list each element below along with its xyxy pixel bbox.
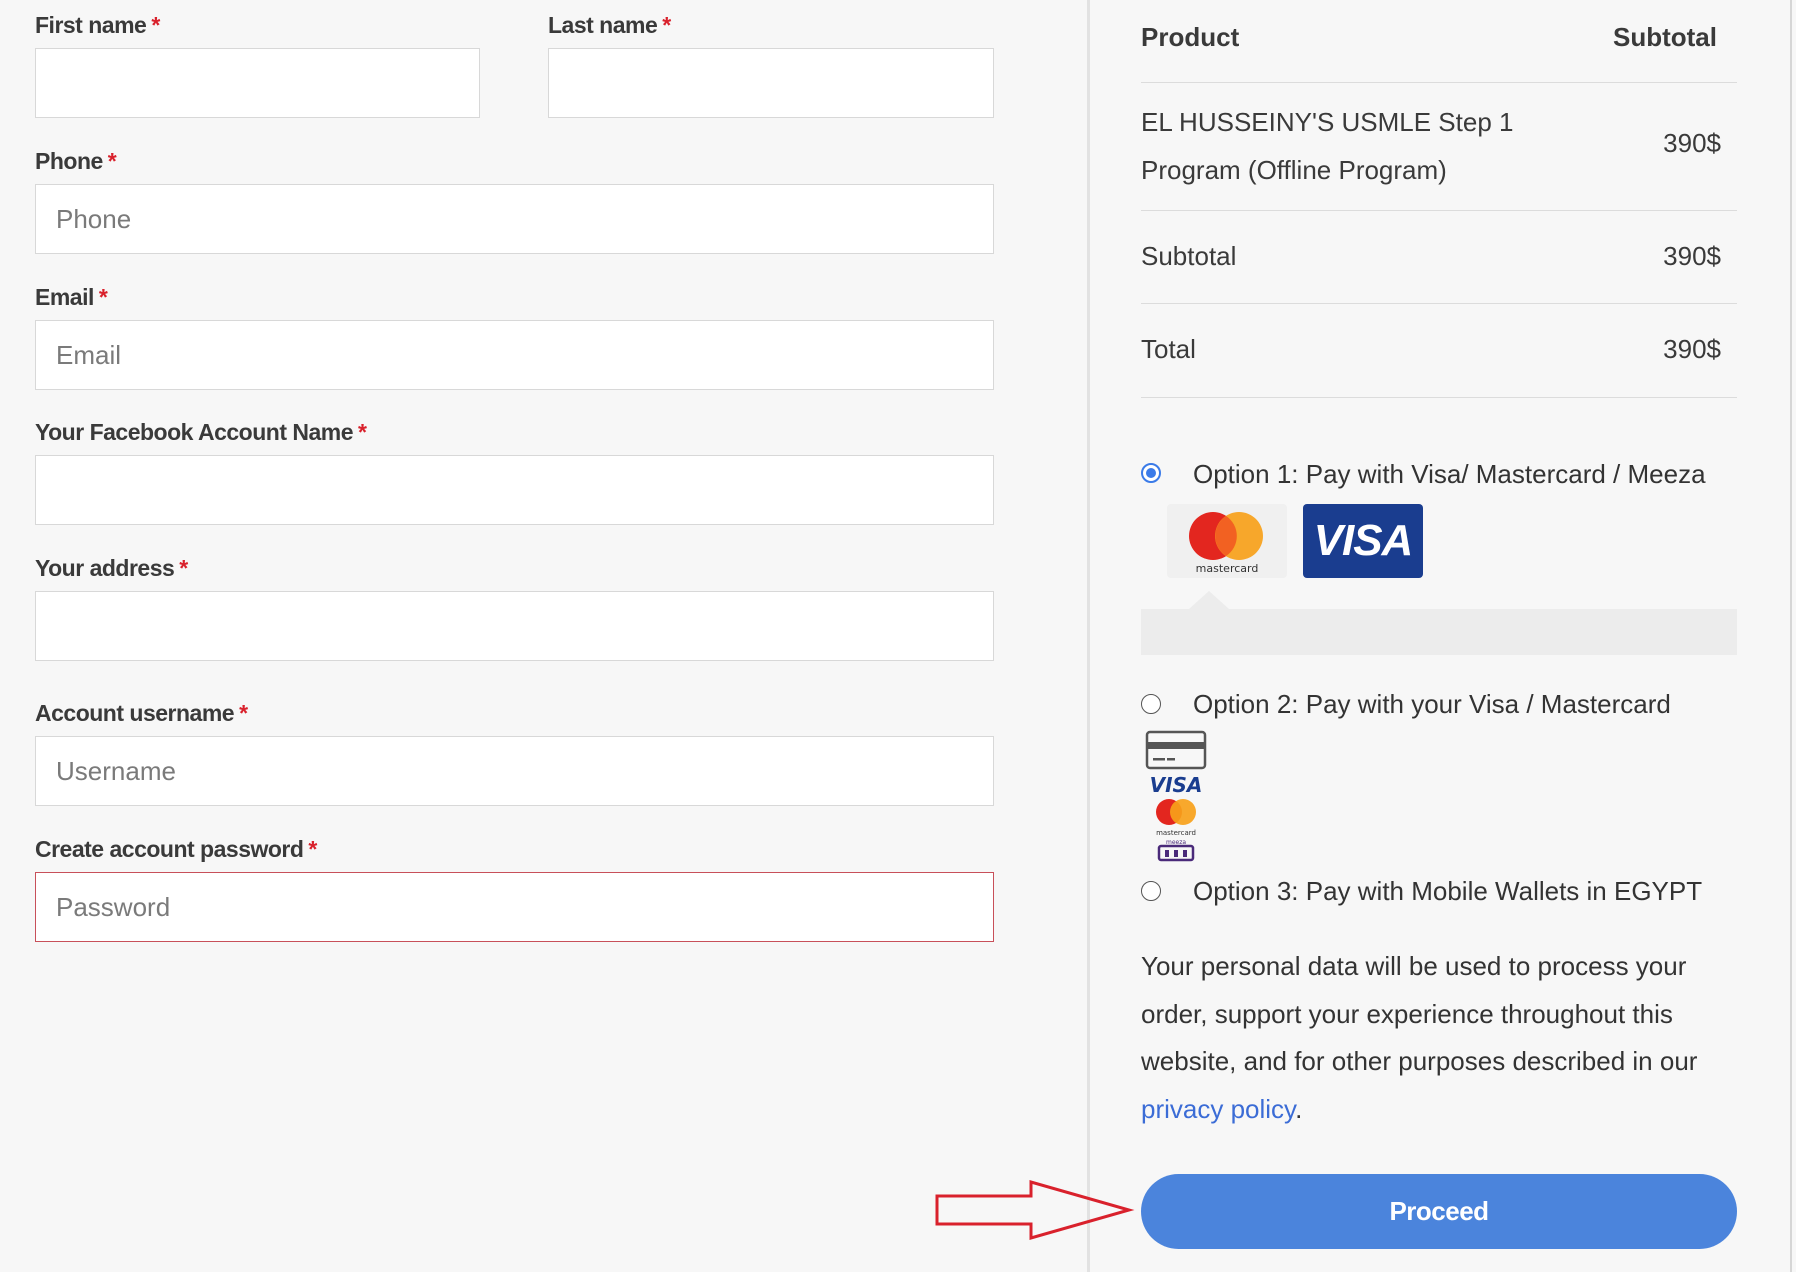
username-label: Account username * bbox=[35, 700, 248, 726]
product-column-header: Product bbox=[1141, 22, 1240, 52]
svg-text:mastercard: mastercard bbox=[1156, 829, 1196, 837]
address-label: Your address * bbox=[35, 555, 188, 581]
proceed-button[interactable]: Proceed bbox=[1141, 1174, 1737, 1249]
total-label: Total bbox=[1141, 334, 1196, 364]
password-field[interactable] bbox=[35, 872, 994, 942]
svg-text:VISA: VISA bbox=[1150, 773, 1203, 797]
visa-logo: VISA bbox=[1303, 504, 1423, 578]
option2-card-logos: VISA mastercard meeza bbox=[1145, 730, 1207, 865]
option1-label[interactable]: Option 1: Pay with Visa/ Mastercard / Me… bbox=[1193, 459, 1706, 490]
option2-radio[interactable] bbox=[1141, 694, 1161, 714]
phone-field[interactable] bbox=[35, 184, 994, 254]
last-name-field[interactable] bbox=[548, 48, 994, 118]
total-value: 390$ bbox=[1663, 334, 1721, 364]
phone-label: Phone * bbox=[35, 148, 117, 174]
privacy-policy-link[interactable]: privacy policy bbox=[1141, 1094, 1295, 1124]
product-name: EL HUSSEINY'S USMLE Step 1 Program (Offl… bbox=[1141, 107, 1514, 185]
facebook-name-field[interactable] bbox=[35, 455, 994, 525]
option1-radio[interactable] bbox=[1141, 463, 1161, 483]
column-divider bbox=[1087, 0, 1090, 1272]
order-table-header: Product Subtotal bbox=[1141, 0, 1737, 83]
first-name-field[interactable] bbox=[35, 48, 480, 118]
mastercard-logo: mastercard bbox=[1167, 504, 1287, 578]
payment-box-notch bbox=[1189, 591, 1229, 609]
email-label: Email * bbox=[35, 284, 108, 310]
svg-text:mastercard: mastercard bbox=[1196, 562, 1259, 575]
email-field[interactable] bbox=[35, 320, 994, 390]
facebook-name-label: Your Facebook Account Name * bbox=[35, 419, 367, 445]
subtotal-column-header: Subtotal bbox=[1613, 22, 1717, 52]
option3-label[interactable]: Option 3: Pay with Mobile Wallets in EGY… bbox=[1193, 876, 1702, 907]
first-name-label: First name * bbox=[35, 12, 160, 38]
last-name-label: Last name * bbox=[548, 12, 671, 38]
address-field[interactable] bbox=[35, 591, 994, 661]
payment-description-box bbox=[1141, 609, 1737, 655]
annotation-arrow-icon bbox=[935, 1180, 1135, 1240]
subtotal-row: Subtotal 390$ bbox=[1141, 211, 1737, 304]
option2-label[interactable]: Option 2: Pay with your Visa / Mastercar… bbox=[1193, 689, 1671, 720]
page-edge bbox=[1790, 0, 1792, 1272]
subtotal-value: 390$ bbox=[1663, 241, 1721, 271]
username-field[interactable] bbox=[35, 736, 994, 806]
product-price: 390$ bbox=[1663, 128, 1721, 158]
password-label: Create account password * bbox=[35, 836, 317, 862]
subtotal-label: Subtotal bbox=[1141, 241, 1237, 271]
total-row: Total 390$ bbox=[1141, 304, 1737, 398]
credit-card-icon: VISA mastercard meeza bbox=[1145, 730, 1207, 862]
privacy-notice: Your personal data will be used to proce… bbox=[1141, 951, 1698, 1124]
order-item-row: EL HUSSEINY'S USMLE Step 1 Program (Offl… bbox=[1141, 83, 1737, 211]
option3-radio[interactable] bbox=[1141, 881, 1161, 901]
